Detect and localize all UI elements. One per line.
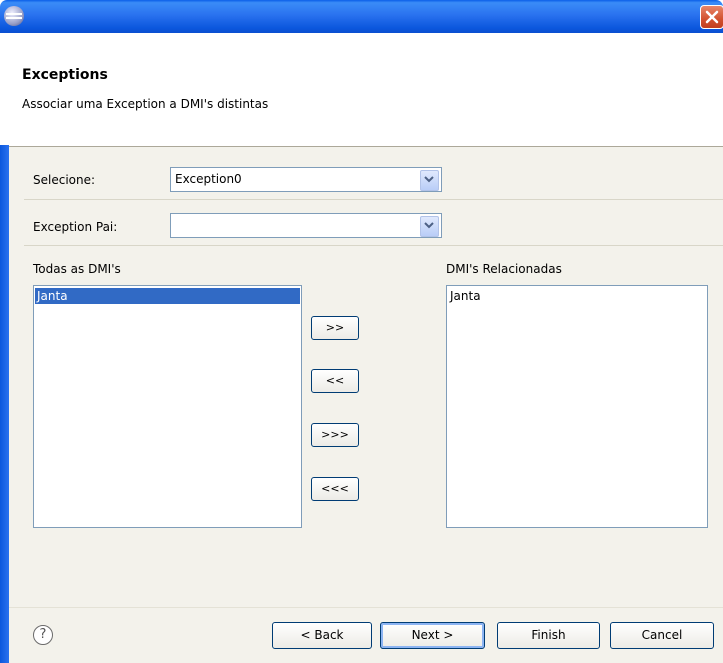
page-title: Exceptions — [22, 67, 108, 83]
footer-separator — [9, 607, 723, 608]
chevron-down-icon[interactable] — [420, 216, 439, 237]
chevron-down-icon[interactable] — [420, 170, 439, 191]
help-icon[interactable]: ? — [33, 625, 53, 645]
remove-all-button[interactable]: <<< — [311, 477, 359, 501]
page-description: Associar uma Exception a DMI's distintas — [22, 97, 269, 111]
finish-button[interactable]: Finish — [497, 622, 600, 649]
title-bar — [0, 0, 723, 33]
related-dmis-label: DMI's Relacionadas — [446, 262, 562, 276]
close-icon[interactable] — [700, 5, 723, 29]
remove-button[interactable]: << — [311, 369, 359, 393]
all-dmis-list[interactable]: Janta — [33, 285, 302, 528]
add-button[interactable]: >> — [311, 316, 359, 340]
exception-pai-label: Exception Pai: — [33, 220, 118, 234]
parent-exception-select[interactable] — [170, 213, 442, 238]
add-all-button[interactable]: >>> — [311, 423, 359, 447]
next-button[interactable]: Next > — [380, 622, 485, 649]
exception-select-value: Exception0 — [175, 172, 242, 186]
wizard-header — [0, 33, 723, 145]
separator — [24, 199, 723, 200]
list-item[interactable]: Janta — [35, 288, 300, 304]
list-item[interactable]: Janta — [448, 288, 706, 304]
all-dmis-label: Todas as DMI's — [33, 262, 121, 276]
eclipse-icon — [4, 6, 24, 26]
back-button[interactable]: < Back — [272, 622, 372, 649]
cancel-button[interactable]: Cancel — [610, 622, 714, 649]
related-dmis-list[interactable]: Janta — [446, 285, 708, 528]
separator — [24, 245, 723, 246]
selecione-label: Selecione: — [33, 173, 96, 187]
exception-select[interactable]: Exception0 — [170, 167, 442, 192]
